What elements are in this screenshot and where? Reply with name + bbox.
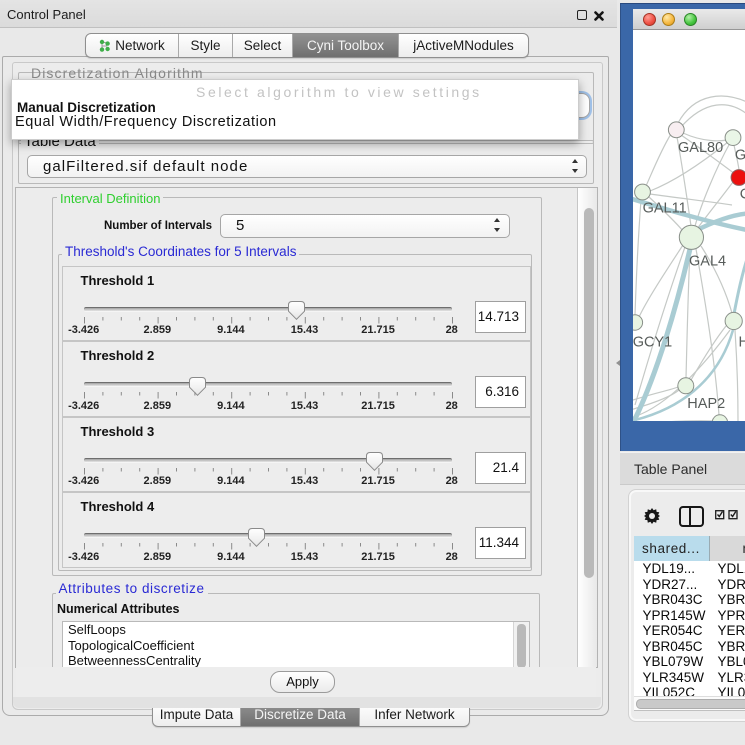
svg-text:HAP2: HAP2 [687,396,725,412]
svg-text:CD: CD [740,186,745,202]
svg-text:HI: HI [739,334,745,350]
svg-text:GAL4: GAL4 [689,253,726,269]
svg-text:GCY1: GCY1 [633,334,672,350]
svg-text:GAL2: GAL2 [735,147,745,163]
svg-text:GAL80: GAL80 [678,140,723,156]
svg-text:GAL11: GAL11 [643,200,687,216]
